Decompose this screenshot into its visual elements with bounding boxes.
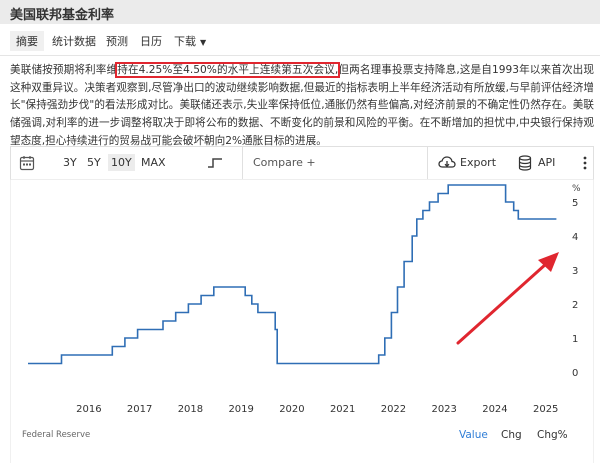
tab-summary[interactable]: 摘要 — [10, 31, 44, 51]
view-value-button[interactable]: Value — [459, 429, 488, 441]
nav-tabs: 摘要 统计数据 预测 日历 下载 ▼ — [0, 24, 600, 56]
summary-highlight: 持在4.25%至4.50%的水平上连续第五次会议, — [115, 62, 341, 78]
y-tick-label: 2 — [572, 300, 578, 311]
view-chg-button[interactable]: Chg — [501, 429, 522, 441]
page-title: 美国联邦基金利率 — [10, 8, 115, 23]
x-axis-ticks: 2016 2017 2018 2019 2020 2021 2022 2023 2024 2025 — [76, 404, 558, 415]
database-icon[interactable] — [518, 155, 532, 171]
tab-forecast[interactable]: 预测 — [106, 33, 128, 49]
page-header: 美国联邦基金利率 — [0, 0, 600, 24]
caret-down-icon: ▼ — [200, 38, 207, 47]
chart-area: % 0 1 2 3 4 5 2016 2017 2018 2019 2020 2021 2022 202… — [10, 180, 594, 463]
api-button[interactable]: API — [538, 156, 555, 169]
range-5y-button[interactable]: 5Y — [87, 156, 101, 169]
y-axis-ticks: 0 1 2 3 4 5 — [572, 198, 578, 379]
y-tick-label: 3 — [572, 266, 578, 277]
x-tick-label: 2024 — [482, 404, 507, 415]
compare-input[interactable]: Compare + — [242, 147, 428, 179]
y-tick-label: 5 — [572, 198, 578, 209]
x-tick-label: 2022 — [381, 404, 406, 415]
y-tick-label: 1 — [572, 334, 578, 345]
x-tick-label: 2016 — [76, 404, 101, 415]
series-line — [28, 184, 557, 365]
source-label: Federal Reserve — [22, 430, 90, 440]
y-tick-label: 0 — [572, 368, 578, 379]
tab-download[interactable]: 下载 ▼ — [174, 33, 206, 49]
x-tick-label: 2021 — [330, 404, 355, 415]
arrow-shaft — [456, 262, 548, 345]
annotation-arrow — [456, 252, 559, 345]
export-button[interactable]: Export — [460, 156, 496, 169]
cloud-download-icon[interactable] — [438, 156, 456, 170]
rate-chart: % 0 1 2 3 4 5 2016 2017 2018 2019 2020 2021 2022 202… — [10, 180, 594, 463]
summary-after: 但两名理事投票支持降息,这是自1993年以来首次出现这种双重异议。决策者观察到,… — [10, 64, 595, 147]
tab-calendar[interactable]: 日历 — [140, 33, 162, 49]
x-tick-label: 2020 — [279, 404, 304, 415]
step-line-icon[interactable] — [207, 157, 223, 169]
chart-toolbar: 3Y 5Y 10Y MAX Compare + Export API — [10, 146, 594, 180]
range-10y-button[interactable]: 10Y — [108, 154, 135, 171]
range-max-button[interactable]: MAX — [141, 156, 166, 169]
summary-before: 美联储按预期将利率维 — [10, 64, 118, 76]
compare-placeholder: Compare + — [253, 156, 316, 169]
y-tick-label: 4 — [572, 232, 578, 243]
calendar-icon[interactable] — [19, 155, 35, 171]
y-unit-label: % — [572, 184, 581, 194]
x-tick-label: 2017 — [127, 404, 152, 415]
range-3y-button[interactable]: 3Y — [63, 156, 77, 169]
x-tick-label: 2023 — [431, 404, 456, 415]
tab-download-label: 下载 — [174, 35, 196, 48]
tab-statistics[interactable]: 统计数据 — [52, 33, 96, 49]
summary-text: 美联储按预期将利率维持在4.25%至4.50%的水平上连续第五次会议,但两名理事… — [10, 62, 594, 151]
view-chg-pct-button[interactable]: Chg% — [537, 429, 568, 441]
x-tick-label: 2025 — [533, 404, 558, 415]
x-tick-label: 2018 — [178, 404, 203, 415]
more-vertical-icon[interactable] — [582, 156, 588, 170]
x-tick-label: 2019 — [228, 404, 253, 415]
